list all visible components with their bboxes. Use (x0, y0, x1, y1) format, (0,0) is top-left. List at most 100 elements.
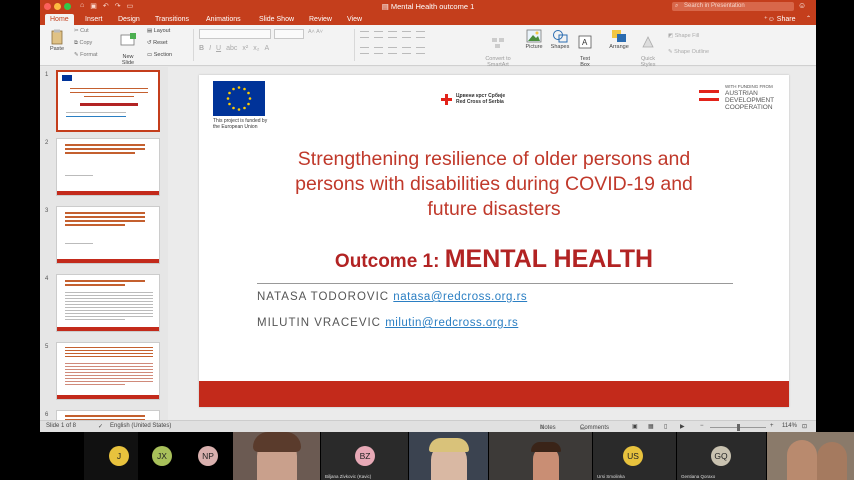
zoom-out-icon[interactable]: − (700, 423, 704, 429)
shape-fill-label: Shape Fill (674, 33, 700, 39)
participant-video (787, 440, 817, 480)
shape-outline-button[interactable]: ✎ Shape Outline (668, 49, 709, 55)
subscript-icon[interactable]: x₂ (253, 45, 259, 52)
zoom-slider-handle[interactable] (737, 424, 740, 431)
line-spacing-icon[interactable] (416, 31, 425, 38)
section-button[interactable]: ▭ Section (147, 52, 172, 58)
current-slide[interactable]: This project is funded by the European U… (199, 75, 789, 407)
author-1[interactable]: NATASA TODOROVIC natasa@redcross.org.rs (257, 291, 527, 303)
eu-funding-caption: This project is funded by the European U… (213, 118, 268, 130)
justify-icon[interactable] (402, 47, 411, 54)
new-slide-button[interactable]: New Slide (116, 27, 140, 66)
red-cross-serbia-logo: Црвени крст Србије Red Cross of Serbia (441, 93, 505, 105)
reset-button[interactable]: ↺ Reset (147, 40, 168, 46)
font-name-field[interactable] (199, 29, 271, 39)
shapes-button[interactable]: Shapes (548, 29, 572, 50)
slide-thumbnail-4[interactable] (56, 274, 160, 332)
zoom-level[interactable]: 114% (782, 423, 797, 429)
slide-thumbnail-2[interactable] (56, 138, 160, 196)
paste-button[interactable]: Paste (46, 29, 68, 52)
text-box-button[interactable]: A Text Box (576, 29, 594, 68)
add-person-icon: ⁺☺ (764, 16, 777, 23)
superscript-icon[interactable]: x² (242, 45, 248, 52)
font-size-field[interactable] (274, 29, 304, 39)
align-left-icon[interactable] (360, 47, 369, 54)
participant-video-tile[interactable] (408, 432, 488, 480)
tab-animations[interactable]: Animations (201, 14, 246, 25)
thumb-line (65, 384, 125, 385)
thumbnail-number: 1 (45, 72, 49, 78)
thumb-line (80, 103, 138, 106)
slideshow-view-icon[interactable]: ▶ (680, 423, 685, 430)
align-right-icon[interactable] (388, 47, 397, 54)
participant-video-tile[interactable] (766, 432, 854, 480)
participant-tile[interactable]: JX (138, 432, 188, 480)
picture-button[interactable]: Picture (522, 29, 546, 50)
participant-tile[interactable]: J (0, 432, 129, 480)
slide-thumbnail-3[interactable] (56, 206, 160, 264)
font-color-icon[interactable]: A (264, 45, 269, 52)
reading-view-icon[interactable]: ▯ (664, 423, 667, 430)
layout-button[interactable]: ▤ Layout (147, 28, 170, 34)
bold-icon[interactable]: B (199, 45, 204, 52)
language[interactable]: English (United States) (110, 423, 171, 429)
normal-view-icon[interactable]: ▣ (632, 423, 638, 430)
share-label: Share (776, 16, 796, 23)
tab-review[interactable]: Review (304, 14, 337, 25)
copy-button[interactable]: ⧉ Copy (74, 40, 92, 47)
align-center-icon[interactable] (374, 47, 383, 54)
thumb-line (66, 112, 126, 113)
collapse-ribbon-icon[interactable]: ⌃ (806, 14, 811, 25)
feedback-smiley-icon[interactable]: ☺ (798, 1, 806, 10)
slide-thumbnail-5[interactable] (56, 342, 160, 400)
participant-tile[interactable]: BZ Biljana Zivkovic (Kavic) (320, 432, 408, 480)
outcome-heading[interactable]: Outcome 1: MENTAL HEALTH (199, 245, 789, 274)
share-button[interactable]: ⁺☺ Share (764, 14, 795, 25)
thumb-line (65, 381, 153, 382)
author-email-link[interactable]: milutin@redcross.org.rs (385, 317, 518, 329)
participant-tile[interactable]: US Ursi Smolinka (592, 432, 676, 480)
ribbon-divider (193, 29, 194, 61)
tab-slide-show[interactable]: Slide Show (254, 14, 299, 25)
thumb-line (65, 310, 153, 311)
fit-to-window-icon[interactable]: ⊡ (802, 423, 807, 430)
participant-video-tile[interactable] (232, 432, 320, 480)
thumb-line (65, 243, 93, 244)
quick-styles-button[interactable]: Quick Styles (636, 29, 660, 68)
bullets-icon[interactable] (360, 31, 369, 38)
author-email-link[interactable]: natasa@redcross.org.rs (393, 291, 527, 303)
participant-tile[interactable]: GQ Gentiana Qoraxo (676, 432, 766, 480)
sorter-view-icon[interactable]: ▦ (648, 423, 654, 430)
participant-hair (253, 432, 301, 452)
arrange-button[interactable]: Arrange (606, 29, 632, 50)
strikethrough-icon[interactable]: abc (226, 45, 237, 52)
convert-smartart-button[interactable]: Convert to SmartArt (480, 31, 516, 68)
shape-fill-button[interactable]: ◩ Shape Fill (668, 33, 699, 39)
columns-icon[interactable] (416, 47, 425, 54)
italic-icon[interactable]: I (209, 45, 211, 52)
tab-design[interactable]: Design (113, 14, 145, 25)
search-input[interactable]: ⌕ Search in Presentation (672, 2, 794, 11)
underline-icon[interactable]: U (216, 45, 221, 52)
thumb-line (65, 216, 145, 218)
outdent-icon[interactable] (402, 31, 411, 38)
tab-home[interactable]: Home (45, 14, 74, 25)
format-painter-button[interactable]: ✎ Format (74, 52, 98, 58)
thumb-bar (57, 395, 159, 399)
tab-view[interactable]: View (342, 14, 367, 25)
spellcheck-icon[interactable]: ✓ (98, 423, 103, 430)
author-2[interactable]: MILUTIN VRACEVIC milutin@redcross.org.rs (257, 317, 518, 329)
slide-title[interactable]: Strengthening resilience of older person… (239, 147, 749, 222)
zoom-in-icon[interactable]: + (770, 423, 774, 429)
cut-button[interactable]: ✂ Cut (74, 28, 89, 34)
indent-icon[interactable] (388, 31, 397, 38)
tab-transitions[interactable]: Transitions (150, 14, 194, 25)
copy-label: Copy (79, 40, 93, 46)
font-size-buttons[interactable]: A˄ A˅ (308, 29, 323, 35)
tab-insert[interactable]: Insert (80, 14, 108, 25)
slide-thumbnail-1[interactable] (56, 70, 160, 132)
numbering-icon[interactable] (374, 31, 383, 38)
participant-video-tile[interactable] (488, 432, 592, 480)
participant-tile[interactable]: NP (188, 432, 232, 480)
thumb-line (70, 88, 148, 89)
